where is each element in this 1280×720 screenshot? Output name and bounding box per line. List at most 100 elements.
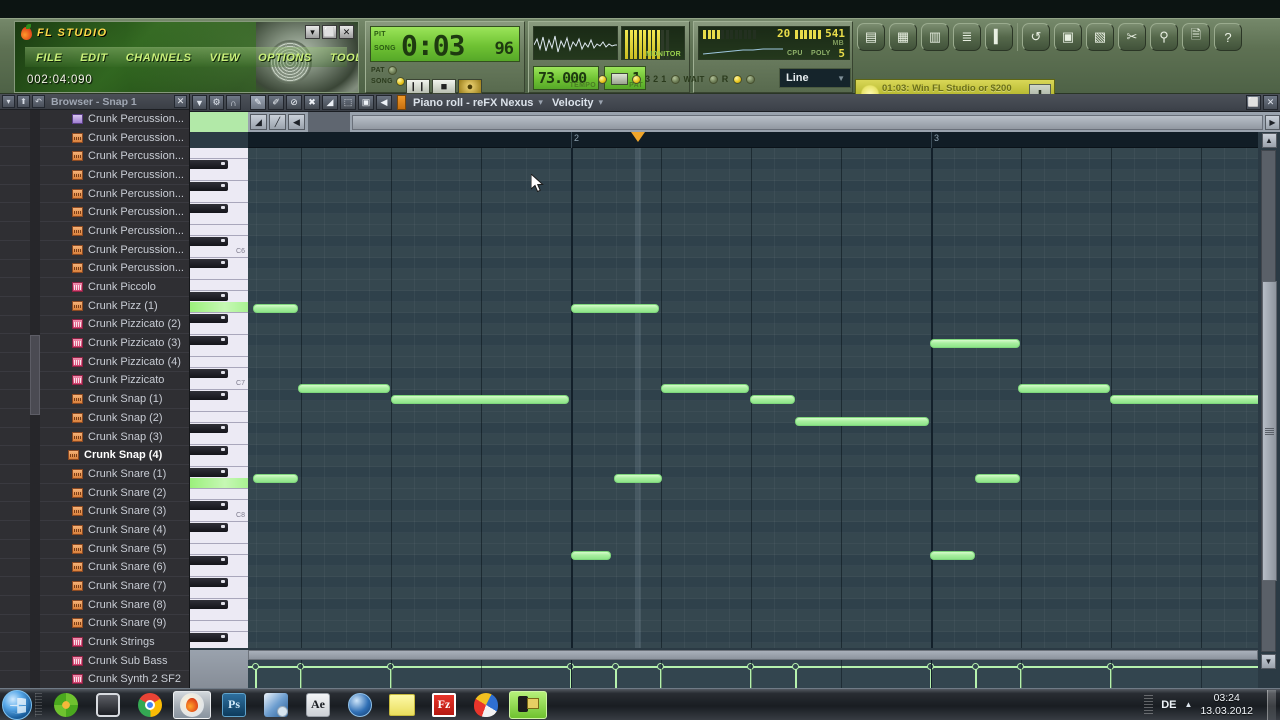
piano-key-white[interactable] <box>190 643 248 648</box>
browser-item[interactable]: Crunk Percussion... <box>0 147 189 167</box>
media-player-icon[interactable] <box>89 691 127 719</box>
snap-magnet-icon[interactable]: ∩ <box>226 95 241 110</box>
piano-key-white[interactable] <box>190 280 248 291</box>
piano-key-black[interactable] <box>190 160 228 169</box>
browser-item[interactable]: Crunk Percussion... <box>0 185 189 204</box>
tempo-display[interactable]: 73.000 TEMPO <box>533 66 599 90</box>
browser-item[interactable]: Crunk Percussion... <box>0 110 189 129</box>
browser-item[interactable]: Crunk Pizzicato (3) <box>0 334 189 353</box>
browser-item[interactable]: Crunk Snare (3) <box>0 502 189 522</box>
piano-key-black[interactable] <box>190 446 228 455</box>
piano-roll-note[interactable] <box>661 384 749 393</box>
screen-recorder-icon[interactable] <box>509 690 547 719</box>
piano-key-white[interactable] <box>190 533 248 544</box>
piano-roll-icon[interactable]: ▥ <box>921 23 949 51</box>
piano-key-white[interactable] <box>190 588 248 599</box>
tray-expand-arrow-icon[interactable]: ▲ <box>1185 700 1193 709</box>
piano-key-black[interactable] <box>190 314 228 323</box>
after-effects-icon[interactable]: Ae <box>299 691 337 719</box>
snap-chevron-icon[interactable]: ▼ <box>837 74 845 83</box>
velocity-handle[interactable] <box>972 663 979 670</box>
browser-item[interactable]: Crunk Snare (9) <box>0 615 189 634</box>
chrome-icon[interactable] <box>131 691 169 719</box>
piano-roll-note[interactable] <box>298 384 390 393</box>
record-button[interactable]: ● <box>458 79 482 94</box>
wait-led[interactable] <box>670 74 680 84</box>
piano-key-black[interactable] <box>190 523 228 532</box>
note-led[interactable] <box>745 74 755 84</box>
menu-item-view[interactable]: VIEW <box>201 52 250 64</box>
paint-icon[interactable] <box>467 691 505 719</box>
piano-key-white[interactable] <box>190 214 248 225</box>
song-led[interactable] <box>395 77 405 86</box>
browser-item[interactable]: Crunk Percussion... <box>0 260 189 279</box>
zoom-icon[interactable]: ⚲ <box>1150 23 1178 51</box>
flash-icon[interactable] <box>257 691 295 719</box>
browser-item[interactable]: Crunk Snare (7) <box>0 577 189 596</box>
browser-up-icon[interactable]: ⬆ <box>17 95 30 108</box>
piano-key-white[interactable] <box>190 170 248 181</box>
undo-icon[interactable]: ↺ <box>1022 23 1050 51</box>
velocity-handle[interactable] <box>252 663 259 670</box>
browser-item[interactable]: Crunk Snap (1) <box>0 390 189 409</box>
piano-key-black[interactable] <box>190 391 228 400</box>
slide-icon[interactable]: ╱ <box>269 114 286 130</box>
browser-item[interactable]: Crunk Pizzicato <box>0 372 189 391</box>
language-indicator[interactable]: DE <box>1161 699 1176 711</box>
fl-studio-icon[interactable] <box>173 690 211 719</box>
piano-key-white[interactable] <box>190 192 248 203</box>
piano-key-white[interactable] <box>190 357 248 368</box>
velocity-handle[interactable] <box>612 663 619 670</box>
menu-item-edit[interactable]: EDIT <box>71 52 116 64</box>
piano-roll-note[interactable] <box>571 304 659 313</box>
piano-key-white[interactable] <box>190 610 248 621</box>
scroll-left-icon[interactable]: ◀ <box>288 114 305 130</box>
browser-item[interactable]: Crunk Percussion... <box>0 203 189 223</box>
piano-roll-note[interactable] <box>930 551 975 560</box>
browser-item[interactable]: Crunk Snare (5) <box>0 540 189 559</box>
browser-list[interactable]: Crunk Percussion... Crunk Percussion... Cr… <box>0 110 189 688</box>
delete-icon[interactable]: ⊘ <box>286 95 302 110</box>
save-new-version-icon[interactable]: ▣ <box>1054 23 1082 51</box>
scroll-down-icon[interactable]: ▼ <box>1261 654 1276 669</box>
keyboard-icon[interactable] <box>611 73 628 85</box>
close-button[interactable]: ✕ <box>339 25 354 39</box>
piano-key-black[interactable] <box>190 578 228 587</box>
mute-icon[interactable]: ✖ <box>304 95 320 110</box>
piano-key-white[interactable] <box>190 478 248 489</box>
menu-item-file[interactable]: FILE <box>27 52 71 64</box>
piano-key-white[interactable] <box>190 434 248 445</box>
piano-roll-title-chevron-icon[interactable]: ▾ <box>538 97 543 108</box>
target-control-chevron-icon[interactable]: ▾ <box>599 97 604 108</box>
browser-item[interactable]: Crunk Percussion... <box>0 166 189 185</box>
piano-roll-menu-icon[interactable]: ▼ <box>192 95 207 110</box>
note-properties-icon[interactable]: ◢ <box>250 114 267 130</box>
piano-roll-note[interactable] <box>253 304 298 313</box>
piano-key-black[interactable] <box>190 468 228 477</box>
piano-key-black[interactable] <box>190 501 228 510</box>
piano-key-black[interactable] <box>190 600 228 609</box>
pause-button[interactable]: ❙❙ <box>406 79 430 94</box>
browser-scrollbar[interactable] <box>30 110 40 688</box>
maximize-button[interactable]: ⬜ <box>322 25 337 39</box>
countdown-led[interactable] <box>632 74 641 84</box>
start-orb[interactable] <box>2 689 32 720</box>
scroll-up-icon[interactable]: ▲ <box>1261 133 1277 148</box>
browser-item[interactable]: Crunk Snap (4) <box>0 446 189 466</box>
piano-roll-note[interactable] <box>1110 395 1258 404</box>
scroll-right-icon[interactable]: ▶ <box>1265 114 1280 130</box>
piano-key-black[interactable] <box>190 237 228 246</box>
file-icon[interactable]: 🗎 <box>1182 23 1210 51</box>
horizontal-scrollbar[interactable] <box>352 114 1263 130</box>
metronome-led[interactable] <box>598 74 607 84</box>
mixer-icon[interactable]: ▍ <box>985 23 1013 51</box>
target-control-label[interactable]: Velocity <box>552 97 594 109</box>
browser-item[interactable]: Crunk Snare (6) <box>0 559 189 578</box>
browser-item[interactable]: Crunk Percussion... <box>0 222 189 241</box>
zoom-tool-icon[interactable]: ▣ <box>358 95 374 110</box>
stop-button[interactable]: ■ <box>432 79 456 94</box>
note-grid[interactable] <box>248 148 1258 648</box>
browser-item[interactable]: Crunk Snare (1) <box>0 465 189 484</box>
piano-roll-note[interactable] <box>391 395 569 404</box>
slice-icon[interactable]: ◢ <box>322 95 338 110</box>
